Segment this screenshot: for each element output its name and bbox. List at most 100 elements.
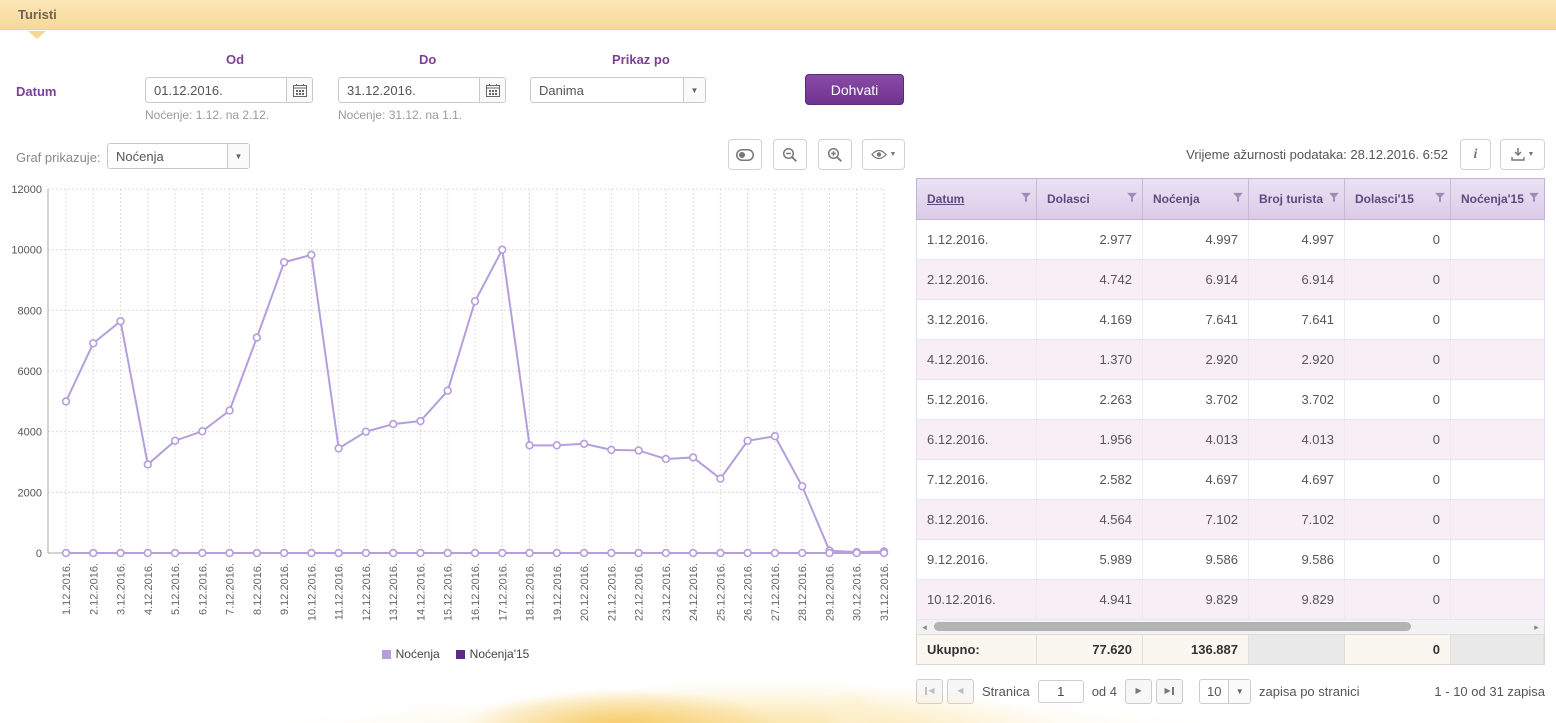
svg-text:26.12.2016.: 26.12.2016.: [743, 563, 755, 621]
table-row[interactable]: 6.12.2016.1.9564.0134.0130: [916, 420, 1545, 460]
cell-value: [1451, 380, 1544, 419]
info-button[interactable]: i: [1460, 139, 1491, 170]
prikaz-po-select[interactable]: Danima ▼: [530, 77, 706, 103]
cell-datum: 8.12.2016.: [917, 500, 1037, 539]
legend-label: Noćenja: [396, 647, 440, 661]
page-size-value: 10: [1200, 680, 1228, 703]
cell-value: 2.920: [1249, 340, 1345, 379]
table-row[interactable]: 4.12.2016.1.3702.9202.9200: [916, 340, 1545, 380]
column-header-2[interactable]: Noćenja: [1143, 179, 1249, 219]
zoom-out-button[interactable]: [773, 139, 807, 170]
svg-text:18.12.2016.: 18.12.2016.: [525, 563, 537, 621]
total-broj-turista: [1249, 635, 1345, 664]
cell-value: 2.977: [1037, 220, 1143, 259]
legend-item-nocenja15[interactable]: Noćenja'15: [456, 647, 530, 661]
prev-page-button[interactable]: ◀: [947, 679, 974, 704]
svg-text:10000: 10000: [11, 245, 42, 257]
calendar-button-to[interactable]: [479, 78, 505, 102]
cell-value: 7.102: [1249, 500, 1345, 539]
date-to-field[interactable]: [339, 78, 479, 102]
filter-funnel-icon[interactable]: [1233, 192, 1243, 206]
zoom-in-button[interactable]: [818, 139, 852, 170]
svg-text:12000: 12000: [11, 184, 42, 196]
cell-value: 2.582: [1037, 460, 1143, 499]
filter-funnel-icon[interactable]: [1329, 192, 1339, 206]
cell-value: 4.697: [1249, 460, 1345, 499]
column-header-0[interactable]: Datum: [917, 179, 1037, 219]
prev-page-icon: ◀: [957, 687, 963, 695]
svg-text:2000: 2000: [18, 487, 42, 499]
legend-swatch: [456, 650, 465, 659]
table-row[interactable]: 10.12.2016.4.9419.8299.8290: [916, 580, 1545, 620]
export-button[interactable]: ▼: [1500, 139, 1545, 170]
table-row[interactable]: 2.12.2016.4.7426.9146.9140: [916, 260, 1545, 300]
column-header-label: Noćenja: [1153, 192, 1200, 206]
page-count-label: od 4: [1092, 684, 1117, 699]
next-page-button[interactable]: ▶: [1125, 679, 1152, 704]
column-header-3[interactable]: Broj turista: [1249, 179, 1345, 219]
table-row[interactable]: 8.12.2016.4.5647.1027.1020: [916, 500, 1545, 540]
column-header-label: Dolasci: [1047, 192, 1090, 206]
first-page-icon: ◀: [928, 687, 934, 695]
cell-value: 0: [1345, 260, 1451, 299]
column-header-1[interactable]: Dolasci: [1037, 179, 1143, 219]
first-page-button[interactable]: ◀: [916, 679, 943, 704]
date-to-input[interactable]: [338, 77, 506, 103]
cell-datum: 3.12.2016.: [917, 300, 1037, 339]
cell-value: [1451, 500, 1544, 539]
legend-label: Noćenja'15: [470, 647, 530, 661]
horizontal-scrollbar: ◂ ▸: [916, 620, 1545, 635]
svg-text:12.12.2016.: 12.12.2016.: [361, 563, 373, 621]
cell-value: 4.564: [1037, 500, 1143, 539]
filter-funnel-icon[interactable]: [1021, 192, 1031, 206]
cell-value: 2.263: [1037, 380, 1143, 419]
results-table: Datum Dolasci Noćenja Broj turistaDolasci'1…: [916, 178, 1545, 665]
chevron-down-icon: ▼: [683, 78, 705, 102]
tab-turisti[interactable]: Turisti: [18, 0, 57, 30]
scroll-left-arrow[interactable]: ◂: [917, 620, 932, 634]
table-row[interactable]: 9.12.2016.5.9899.5869.5860: [916, 540, 1545, 580]
svg-text:11.12.2016.: 11.12.2016.: [334, 563, 346, 620]
pagination-bar: ◀ ◀ Stranica od 4 ▶ ▶ 10 ▼ zapisa po str…: [916, 678, 1545, 704]
graf-prikazuje-select[interactable]: Noćenja ▼: [107, 143, 250, 169]
calendar-button-from[interactable]: [286, 78, 312, 102]
datum-label: Datum: [16, 84, 56, 99]
filter-funnel-icon[interactable]: [1435, 192, 1445, 206]
filter-funnel-icon[interactable]: [1529, 192, 1539, 206]
toggle-view-button[interactable]: [728, 139, 762, 170]
svg-text:30.12.2016.: 30.12.2016.: [852, 563, 864, 621]
column-header-5[interactable]: Noćenja'15: [1451, 179, 1544, 219]
last-page-button[interactable]: ▶: [1156, 679, 1183, 704]
svg-text:22.12.2016.: 22.12.2016.: [634, 563, 646, 621]
table-row[interactable]: 5.12.2016.2.2633.7023.7020: [916, 380, 1545, 420]
od-label: Od: [226, 52, 244, 67]
cell-value: 4.997: [1143, 220, 1249, 259]
table-row[interactable]: 1.12.2016.2.9774.9974.9970: [916, 220, 1545, 260]
svg-text:9.12.2016.: 9.12.2016.: [279, 563, 291, 615]
page-size-select[interactable]: 10 ▼: [1199, 679, 1251, 704]
cell-datum: 4.12.2016.: [917, 340, 1037, 379]
legend-item-nocenja[interactable]: Noćenja: [382, 647, 440, 661]
svg-text:10.12.2016.: 10.12.2016.: [306, 563, 318, 621]
table-row[interactable]: 7.12.2016.2.5824.6974.6970: [916, 460, 1545, 500]
cell-value: [1451, 300, 1544, 339]
dohvati-button[interactable]: Dohvati: [805, 74, 904, 105]
table-body: 1.12.2016.2.9774.9974.99702.12.2016.4.74…: [916, 220, 1545, 620]
cell-datum: 1.12.2016.: [917, 220, 1037, 259]
svg-text:8.12.2016.: 8.12.2016.: [252, 563, 264, 615]
date-from-input[interactable]: [145, 77, 313, 103]
cell-value: [1451, 340, 1544, 379]
scrollbar-thumb[interactable]: [934, 622, 1411, 631]
filter-funnel-icon[interactable]: [1127, 192, 1137, 206]
column-header-4[interactable]: Dolasci'15: [1345, 179, 1451, 219]
cell-value: 4.013: [1249, 420, 1345, 459]
svg-text:31.12.2016.: 31.12.2016.: [879, 563, 891, 621]
cell-datum: 7.12.2016.: [917, 460, 1037, 499]
page-number-input[interactable]: [1038, 680, 1084, 703]
svg-text:1.12.2016.: 1.12.2016.: [61, 563, 73, 615]
scroll-right-arrow[interactable]: ▸: [1529, 620, 1544, 634]
table-row[interactable]: 3.12.2016.4.1697.6417.6410: [916, 300, 1545, 340]
svg-text:5.12.2016.: 5.12.2016.: [170, 563, 182, 615]
series-visibility-button[interactable]: ▼: [862, 139, 905, 170]
date-from-field[interactable]: [146, 78, 286, 102]
